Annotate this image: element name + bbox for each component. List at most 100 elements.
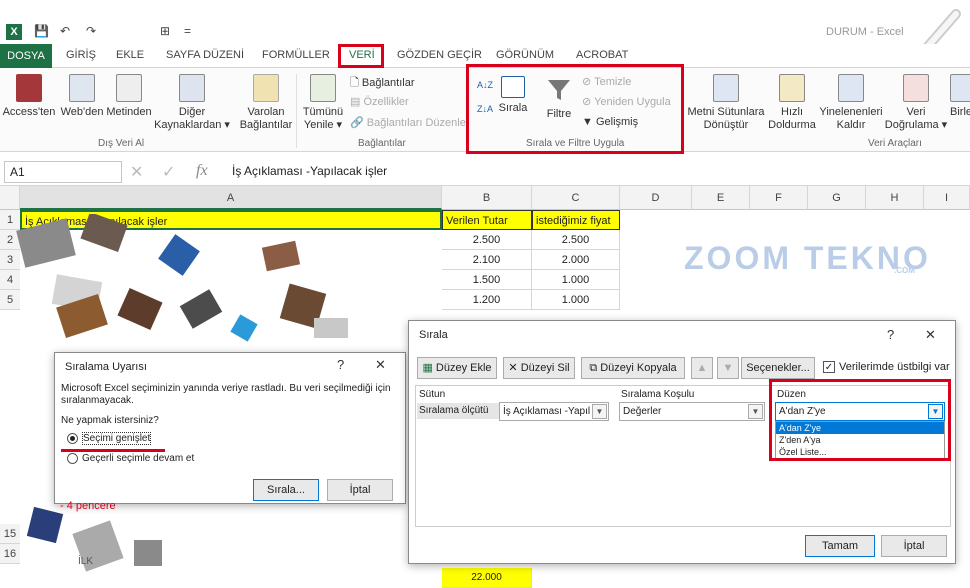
cell-b4[interactable]: 1.500 bbox=[442, 270, 532, 290]
connections-button[interactable]: 🗋 Bağlantılar bbox=[350, 74, 415, 93]
select-all-corner[interactable] bbox=[0, 186, 20, 210]
remove-duplicates-button[interactable]: Yinelenenleri Kaldır bbox=[818, 74, 884, 132]
cancel-icon[interactable]: ✕ bbox=[130, 162, 143, 182]
other-sources-button[interactable]: Diğer Kaynaklardan ▾ bbox=[152, 74, 232, 132]
tab-page-layout[interactable]: SAYFA DÜZENİ bbox=[166, 49, 244, 61]
order-highlight bbox=[769, 379, 951, 461]
radio-selected-icon bbox=[67, 433, 78, 444]
column-header-a[interactable]: A bbox=[20, 186, 442, 210]
cell-c1[interactable]: istediğimiz fiyat bbox=[532, 210, 620, 230]
dialog-title: Sırala bbox=[419, 329, 448, 341]
redo-icon[interactable]: ↷ bbox=[86, 24, 96, 38]
add-level-button[interactable]: ▦ Düzey Ekle bbox=[417, 357, 497, 379]
tab-formulas[interactable]: FORMÜLLER bbox=[262, 49, 330, 61]
cell-bottom-value[interactable]: 22.000 bbox=[442, 568, 532, 588]
cell-b1[interactable]: Verilen Tutar bbox=[442, 210, 532, 230]
column-header-g[interactable]: G bbox=[808, 186, 866, 210]
copy-level-button[interactable]: ⧉ Düzeyi Kopyala bbox=[581, 357, 685, 379]
watermark: ZOOM TEKNO .COM bbox=[684, 240, 931, 276]
name-box[interactable]: A1 bbox=[4, 161, 122, 183]
quick-access-icon[interactable]: ⊞ bbox=[160, 24, 170, 38]
chevron-down-icon: ▼ bbox=[748, 404, 763, 419]
function-icon[interactable]: fx bbox=[196, 162, 208, 180]
cell-b3[interactable]: 2.100 bbox=[442, 250, 532, 270]
help-icon[interactable]: ? bbox=[887, 327, 894, 342]
qat-more-icon[interactable]: = bbox=[184, 24, 191, 38]
column-header-e[interactable]: E bbox=[692, 186, 750, 210]
text-to-columns-button[interactable]: Metni Sütunlara Dönüştür bbox=[686, 74, 766, 132]
copy-icon: ⧉ bbox=[589, 362, 598, 374]
cell-c5[interactable]: 1.000 bbox=[532, 290, 620, 310]
expand-selection-option[interactable]: Seçimi genişlet bbox=[67, 432, 152, 446]
save-icon[interactable]: 💾 bbox=[34, 24, 49, 38]
column-header-h[interactable]: H bbox=[866, 186, 924, 210]
existing-connections-button[interactable]: Varolan Bağlantılar bbox=[238, 74, 294, 132]
column-header-d[interactable]: D bbox=[620, 186, 692, 210]
sort-warning-dialog: Sıralama Uyarısı ? ✕ Microsoft Excel seç… bbox=[54, 352, 406, 504]
data-validation-button[interactable]: Veri Doğrulama ▾ bbox=[882, 74, 950, 132]
formula-input[interactable]: İş Açıklaması -Yapılacak işler bbox=[232, 164, 387, 178]
move-up-button[interactable]: ▲ bbox=[691, 357, 713, 379]
cell-c2[interactable]: 2.500 bbox=[532, 230, 620, 250]
close-icon[interactable]: ✕ bbox=[375, 357, 386, 373]
cell-c4[interactable]: 1.000 bbox=[532, 270, 620, 290]
excel-logo-icon: X bbox=[6, 24, 22, 40]
warning-message: Microsoft Excel seçiminizin yanında veri… bbox=[61, 383, 391, 406]
tab-acrobat[interactable]: ACROBAT bbox=[576, 49, 628, 61]
undo-icon[interactable]: ↶ bbox=[60, 24, 70, 38]
data-validation-icon bbox=[903, 74, 929, 102]
refresh-all-button[interactable]: Tümünü Yenile ▾ bbox=[298, 74, 348, 132]
tab-view[interactable]: GÖRÜNÜM bbox=[496, 49, 554, 61]
tab-home[interactable]: GİRİŞ bbox=[66, 49, 96, 61]
condition-header-label: Sıralama Koşulu bbox=[621, 389, 695, 400]
cancel-button[interactable]: İptal bbox=[881, 535, 947, 557]
window-title: DURUM - Excel bbox=[826, 26, 904, 38]
tab-review[interactable]: GÖZDEN GEÇİR bbox=[397, 49, 482, 61]
group-data-tools: Veri Araçları bbox=[868, 138, 922, 149]
option-underline bbox=[61, 449, 165, 452]
sort-by-label: Sıralama ölçütü bbox=[417, 403, 499, 419]
column-header-b[interactable]: B bbox=[442, 186, 532, 210]
move-down-button[interactable]: ▼ bbox=[717, 357, 739, 379]
tab-file[interactable]: DOSYA bbox=[0, 44, 52, 68]
partial-row-text-2: İLK bbox=[78, 556, 94, 567]
group-external-data: Dış Veri Al bbox=[98, 138, 145, 149]
help-icon[interactable]: ? bbox=[337, 357, 344, 372]
options-button[interactable]: Seçenekler... bbox=[741, 357, 815, 379]
add-level-icon: ▦ bbox=[422, 362, 433, 374]
consolidate-button[interactable]: Birle bbox=[950, 74, 970, 119]
web-button[interactable]: Web'den bbox=[58, 74, 106, 119]
flash-fill-button[interactable]: Hızlı Doldurma bbox=[766, 74, 818, 132]
continue-current-option[interactable]: Geçerli seçimle devam et bbox=[67, 453, 194, 464]
column-header-i[interactable]: I bbox=[924, 186, 970, 210]
column-select[interactable]: İş Açıklaması -Yapıl ▼ bbox=[499, 402, 609, 421]
radio-unselected-icon bbox=[67, 453, 78, 464]
cell-c3[interactable]: 2.000 bbox=[532, 250, 620, 270]
warning-cancel-button[interactable]: İptal bbox=[327, 479, 393, 501]
cell-b2[interactable]: 2.500 bbox=[442, 230, 532, 250]
delete-level-button[interactable]: ✕ Düzeyi Sil bbox=[503, 357, 575, 379]
edit-links-button[interactable]: 🔗 Bağlantıları Düzenle bbox=[350, 116, 466, 129]
column-header-f[interactable]: F bbox=[750, 186, 808, 210]
other-sources-icon bbox=[179, 74, 205, 102]
web-icon bbox=[69, 74, 95, 102]
condition-select[interactable]: Değerler ▼ bbox=[619, 402, 765, 421]
remove-duplicates-icon bbox=[838, 74, 864, 102]
header-checkbox[interactable]: ✓ Verilerimde üstbilgi var bbox=[823, 361, 950, 374]
access-button[interactable]: Access'ten bbox=[2, 74, 56, 119]
refresh-icon bbox=[310, 74, 336, 102]
text-to-columns-icon bbox=[713, 74, 739, 102]
group-connections: Bağlantılar bbox=[358, 138, 406, 149]
cell-b5[interactable]: 1.200 bbox=[442, 290, 532, 310]
close-icon[interactable]: ✕ bbox=[925, 327, 936, 343]
checkbox-checked-icon: ✓ bbox=[823, 361, 835, 374]
ok-button[interactable]: Tamam bbox=[805, 535, 875, 557]
column-header-c[interactable]: C bbox=[532, 186, 620, 210]
enter-icon[interactable]: ✓ bbox=[162, 162, 175, 182]
warning-sort-button[interactable]: Sırala... bbox=[253, 479, 319, 501]
tab-insert[interactable]: EKLE bbox=[116, 49, 144, 61]
text-button[interactable]: Metinden bbox=[104, 74, 154, 119]
column-header-label: Sütun bbox=[419, 389, 446, 400]
ribbon-separator bbox=[296, 74, 297, 148]
properties-button[interactable]: ▤ Özellikler bbox=[350, 95, 409, 108]
